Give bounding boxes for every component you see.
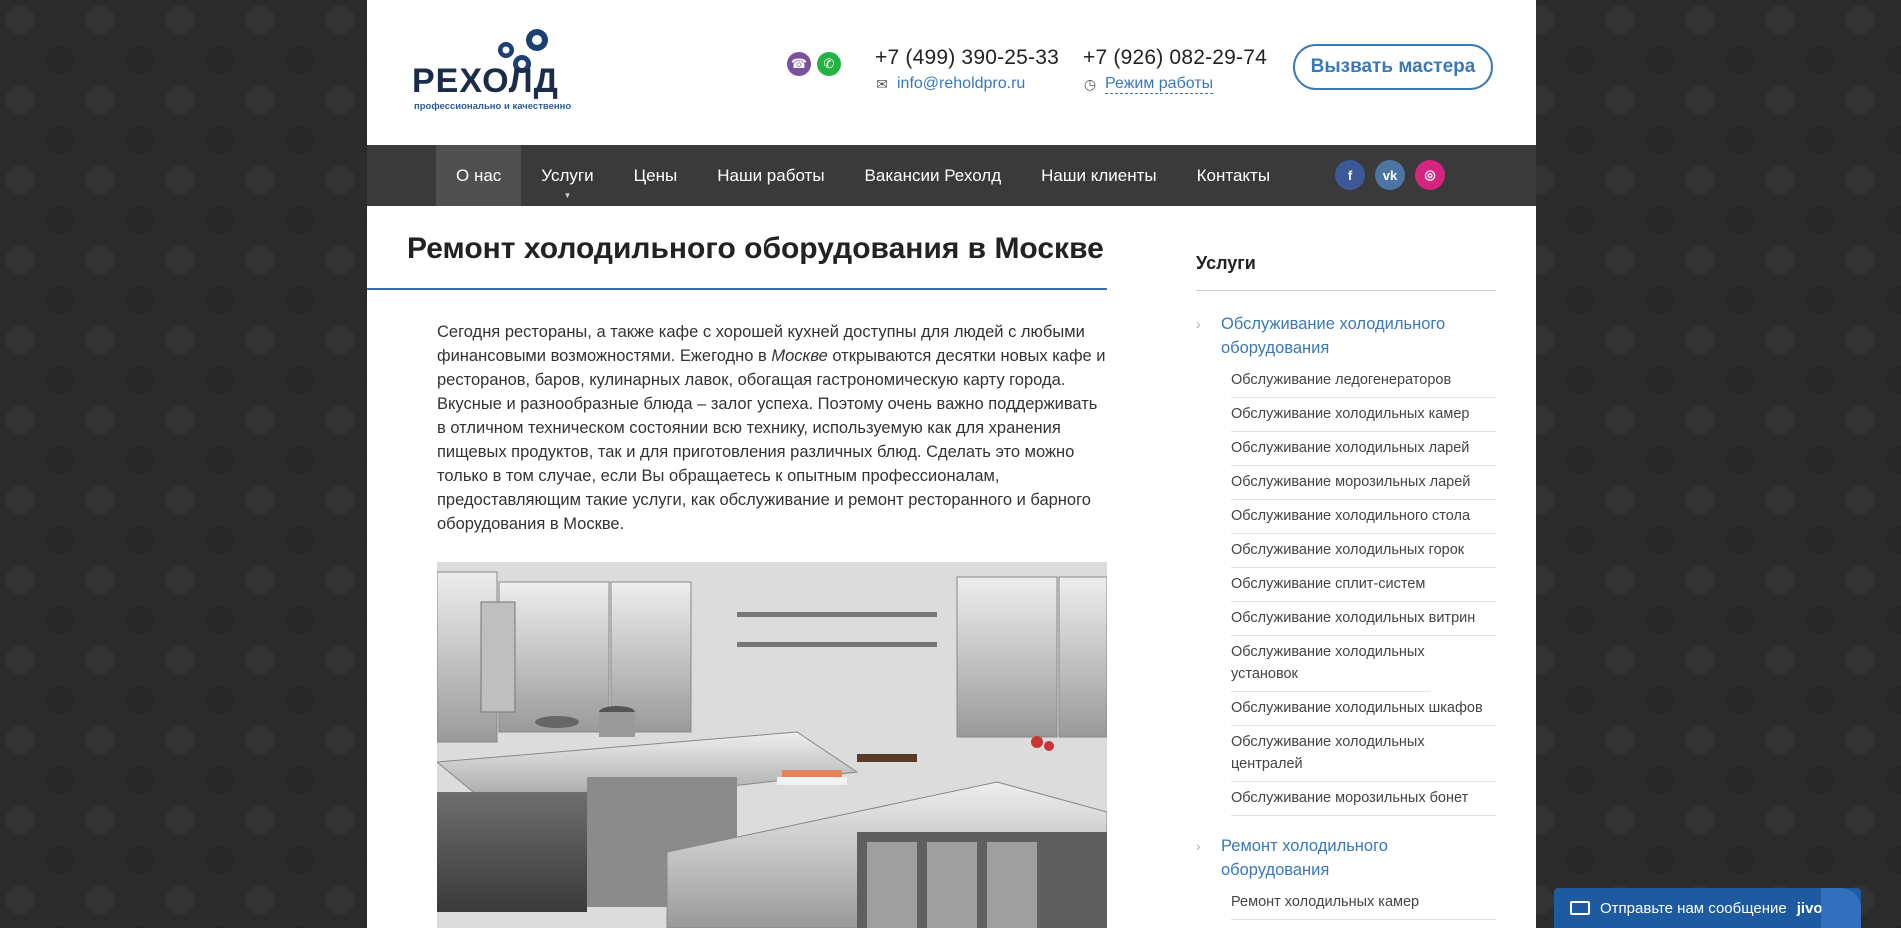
contact-block-2: +7 (926) 082-29-74 ◷ Режим работы [1083,46,1267,94]
intro-part: открываются десятки новых кафе и рестора… [437,347,1106,533]
intro-text: Сегодня рестораны, а также кафе с хороше… [437,320,1109,536]
nav-item-services[interactable]: Услуги ▼ [521,145,613,206]
kitchen-photo [437,562,1107,928]
chevron-right-icon: › [1196,838,1201,854]
sidebar-item[interactable]: Обслуживание сплит-систем [1231,568,1496,602]
page-title: Ремонт холодильного оборудования в Москв… [407,232,1104,265]
hours-link[interactable]: Режим работы [1105,75,1214,94]
sidebar-item[interactable]: Обслуживание морозильных бонет [1231,782,1496,816]
logo-word: РЕХОЛД [412,62,559,100]
nav-item-vacancies[interactable]: Вакансии Рехолд [845,145,1022,206]
sidebar-item[interactable]: Обслуживание холодильных камер [1231,398,1496,432]
nav-item-label: О нас [456,165,502,185]
nav-item-label: Контакты [1196,165,1271,185]
nav-item-prices[interactable]: Цены [614,145,698,206]
sidebar-item[interactable]: Обслуживание холодильного стола [1231,500,1496,534]
phone-1[interactable]: +7 (499) 390-25-33 [875,46,1059,70]
instagram-icon[interactable]: ◎ [1415,160,1445,190]
facebook-icon[interactable]: f [1335,160,1365,190]
envelope-icon [1570,901,1590,915]
sidebar-item[interactable]: Обслуживание холодильных установок [1231,636,1431,692]
nav-item-works[interactable]: Наши работы [697,145,844,206]
vk-icon[interactable]: vk [1375,160,1405,190]
sidebar-category[interactable]: › Ремонт холодильного оборудования [1196,834,1496,882]
services-menu: › Обслуживание холодильного оборудования… [1196,312,1496,920]
nav-item-contacts[interactable]: Контакты [1177,145,1290,206]
sidebar-item[interactable]: Обслуживание холодильных ларей [1231,432,1496,466]
chat-corner-decoration [1821,888,1861,928]
nav-item-label: Наши работы [717,165,825,185]
page-container: РЕХОЛД профессионально и качественно ☎ ✆… [367,0,1536,928]
sidebar-category[interactable]: › Обслуживание холодильного оборудования [1196,312,1496,360]
phone-2[interactable]: +7 (926) 082-29-74 [1083,46,1267,70]
mail-icon: ✉ [876,75,888,92]
chat-brand: jivo [1796,899,1823,917]
sidebar-category-label: Обслуживание холодильного оборудования [1221,315,1446,357]
sidebar-category-label: Ремонт холодильного оборудования [1221,837,1388,879]
nav-item-label: Вакансии Рехолд [864,165,1002,185]
chat-label: Отправьте нам сообщение [1600,899,1787,917]
email-link[interactable]: info@reholdpro.ru [897,75,1025,93]
intro-italic: Москве [771,347,828,365]
sidebar-divider [1196,290,1496,291]
whatsapp-icon[interactable]: ✆ [817,52,841,76]
caret-down-icon: ▼ [563,191,572,200]
nav-item-label: Наши клиенты [1041,165,1157,185]
contact-block-1: +7 (499) 390-25-33 ✉ info@reholdpro.ru [875,46,1059,93]
sidebar-item[interactable]: Обслуживание морозильных ларей [1231,466,1496,500]
sidebar-title: Услуги [1196,253,1256,273]
sidebar-item[interactable]: Обслуживание холодильных шкафов [1231,692,1496,726]
logo[interactable]: РЕХОЛД профессионально и качественно [412,22,592,117]
sidebar-item[interactable]: Обслуживание холодильных централей [1231,726,1496,782]
sidebar-item[interactable]: Обслуживание ледогенераторов [1231,364,1496,398]
clock-icon: ◷ [1083,76,1097,92]
nav-item-label: Цены [633,165,678,185]
sidebar-item[interactable]: Обслуживание холодильных витрин [1231,602,1496,636]
main-nav: О нас Услуги ▼ Цены Наши работы Вакансии … [367,145,1536,206]
viber-icon[interactable]: ☎ [787,52,811,76]
sidebar-item[interactable]: Обслуживание холодильных горок [1231,534,1496,568]
logo-tagline: профессионально и качественно [414,101,571,112]
site-header: РЕХОЛД профессионально и качественно ☎ ✆… [367,0,1536,145]
nav-item-about[interactable]: О нас [436,145,522,206]
social-links: f vk ◎ [1335,160,1445,190]
nav-item-clients[interactable]: Наши клиенты [1021,145,1176,206]
title-divider [367,288,1107,290]
call-master-button[interactable]: Вызвать мастера [1293,44,1493,90]
sidebar-item[interactable]: Ремонт холодильных камер [1231,886,1496,920]
messenger-links: ☎ ✆ [787,52,841,76]
chat-widget[interactable]: Отправьте нам сообщение jivo [1554,888,1861,928]
nav-item-label: Услуги [541,165,594,185]
chevron-right-icon: › [1196,316,1201,332]
